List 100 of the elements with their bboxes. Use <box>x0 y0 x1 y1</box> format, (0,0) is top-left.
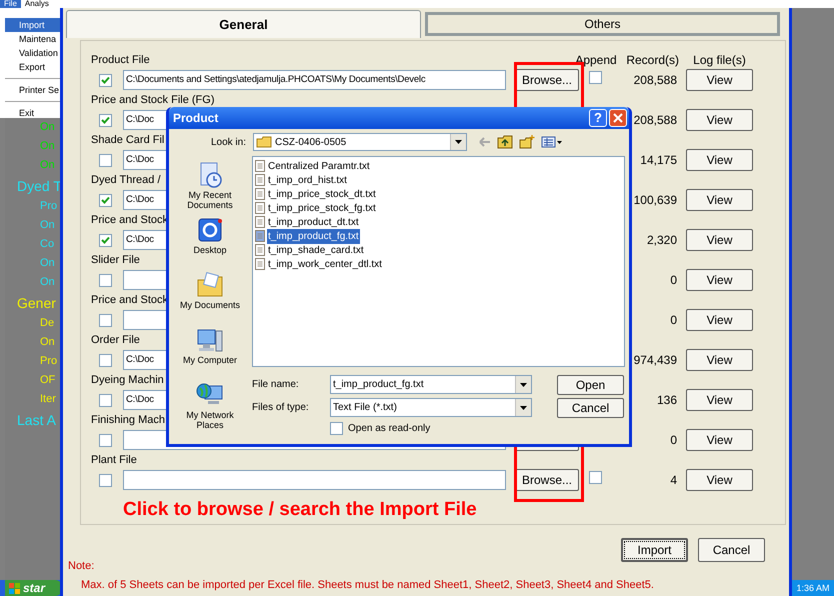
path-field[interactable] <box>123 470 506 490</box>
field-label: Product File <box>91 52 150 68</box>
path-field[interactable]: C:\Documents and Settings\atedjamulja.PHCOATS\My Documents\Develc <box>123 70 506 90</box>
column-header: Append <box>574 52 618 69</box>
view-button[interactable]: View <box>686 149 753 171</box>
view-button[interactable]: View <box>686 389 753 411</box>
checkbox[interactable] <box>99 434 112 446</box>
note-text: Max. of 5 Sheets can be imported per Excel file. Sheets must be named Sheet1, Sheet2, Sheet3, Sheet4 and Sheet5. <box>81 578 655 592</box>
view-button[interactable]: View <box>686 469 753 491</box>
checkbox[interactable] <box>330 422 343 434</box>
start-button[interactable]: star <box>5 580 63 596</box>
text-file-icon <box>255 160 265 172</box>
dialog-button[interactable]: Cancel <box>698 538 765 562</box>
panel-item: Pro <box>40 199 58 214</box>
list-row[interactable]: t_imp_work_center_dtl.txt <box>267 256 383 272</box>
record-count: 0 <box>669 432 677 449</box>
list-row[interactable]: t_imp_ord_hist.txt <box>267 172 348 188</box>
text-file-icon <box>255 258 265 270</box>
note-title: Note: <box>68 559 96 574</box>
clock: 1:36 AM <box>792 580 834 596</box>
checkbox[interactable] <box>99 274 112 286</box>
list-row[interactable]: t_imp_price_stock_dt.txt <box>267 186 377 202</box>
text-file-icon <box>255 174 265 186</box>
section-heading: Gener <box>16 294 56 313</box>
back-arrow-icon[interactable] <box>479 137 491 147</box>
list-row[interactable]: Centralized Paramtr.txt <box>267 158 371 174</box>
panel-item: On <box>40 218 55 233</box>
view-button[interactable]: View <box>686 189 753 211</box>
menu-item[interactable]: Maintena <box>5 32 62 46</box>
tab[interactable]: General <box>66 10 421 38</box>
text-file-icon <box>255 244 265 256</box>
browse-button[interactable]: Browse... <box>515 69 579 91</box>
place-item[interactable]: Desktop <box>173 215 247 270</box>
dialog-button[interactable]: Import <box>621 538 688 562</box>
checkbox[interactable] <box>99 474 112 486</box>
look-in-combo[interactable]: CSZ-0406-0505 <box>253 133 467 151</box>
dropdown-arrow-icon <box>455 140 462 144</box>
view-button[interactable]: View <box>686 309 753 331</box>
view-button[interactable]: View <box>686 349 753 371</box>
menu-item[interactable]: Exit <box>5 106 62 120</box>
tab[interactable]: Others <box>425 12 780 36</box>
browse-button[interactable]: Browse... <box>515 469 579 491</box>
place-item[interactable]: My Network Places <box>173 380 247 435</box>
help-button[interactable]: ? <box>589 109 607 127</box>
panel-item: Co <box>40 237 54 252</box>
text-file-icon <box>255 230 265 242</box>
field-label: Dyeing Machin <box>91 372 164 388</box>
folder-icon <box>256 136 272 148</box>
view-button[interactable]: View <box>686 229 753 251</box>
view-button[interactable]: View <box>686 109 753 131</box>
up-folder-icon[interactable] <box>497 135 513 149</box>
panel-item: On <box>40 139 55 154</box>
field-label: Shade Card Fil <box>91 132 164 148</box>
new-folder-icon[interactable] <box>519 135 535 149</box>
checkbox[interactable] <box>99 74 112 86</box>
list-row[interactable]: t_imp_product_fg.txt <box>267 228 360 244</box>
field-label: Plant File <box>91 452 137 468</box>
menu-item[interactable]: Export <box>5 60 62 74</box>
menu-bar-item[interactable]: Analys <box>20 0 53 8</box>
open-button[interactable]: Open <box>557 374 624 394</box>
list-row[interactable]: t_imp_product_dt.txt <box>267 214 360 230</box>
checkbox[interactable] <box>589 71 602 84</box>
close-icon <box>613 113 623 123</box>
file-name-field[interactable]: t_imp_product_fg.txt <box>330 375 532 394</box>
cancel-button[interactable]: Cancel <box>557 398 624 418</box>
view-button[interactable]: View <box>686 69 753 91</box>
field-label: Price and Stock File (FG) <box>91 92 214 108</box>
checkbox[interactable] <box>99 234 112 246</box>
look-in-value: CSZ-0406-0505 <box>275 136 348 150</box>
checkbox[interactable] <box>99 314 112 326</box>
field-label: Slider File <box>91 252 140 268</box>
checkbox[interactable] <box>99 114 112 126</box>
dropdown-button[interactable] <box>450 134 466 150</box>
dropdown-button[interactable] <box>515 399 531 416</box>
checkbox[interactable] <box>99 354 112 366</box>
list-row[interactable]: t_imp_price_stock_fg.txt <box>267 200 377 216</box>
menu-item[interactable]: Printer Se <box>5 83 62 97</box>
menu-item[interactable]: Import <box>5 18 62 32</box>
checkbox[interactable] <box>99 394 112 406</box>
menu-bar-item[interactable]: File <box>0 0 21 8</box>
close-button[interactable] <box>609 109 627 127</box>
view-button[interactable]: View <box>686 269 753 291</box>
checkbox[interactable] <box>99 194 112 206</box>
menu-item[interactable]: Validation <box>5 46 62 60</box>
column-header: Record(s) <box>625 52 679 69</box>
view-menu-icon[interactable] <box>541 136 563 148</box>
file-type-select[interactable]: Text File (*.txt) <box>330 398 532 417</box>
place-item[interactable]: My Recent Documents <box>173 160 247 215</box>
view-button[interactable]: View <box>686 429 753 451</box>
place-item[interactable]: My Computer <box>173 325 247 380</box>
list-row[interactable]: t_imp_shade_card.txt <box>267 242 365 258</box>
checkbox[interactable] <box>589 471 602 484</box>
column-header: Log file(s) <box>692 52 747 69</box>
dropdown-arrow-icon <box>520 406 527 410</box>
place-item[interactable]: My Documents <box>173 270 247 325</box>
text-file-icon <box>255 216 265 228</box>
panel-item: OF <box>40 373 56 388</box>
dropdown-button[interactable] <box>515 376 531 393</box>
look-in-label: Look in: <box>210 136 247 150</box>
checkbox[interactable] <box>99 154 112 166</box>
